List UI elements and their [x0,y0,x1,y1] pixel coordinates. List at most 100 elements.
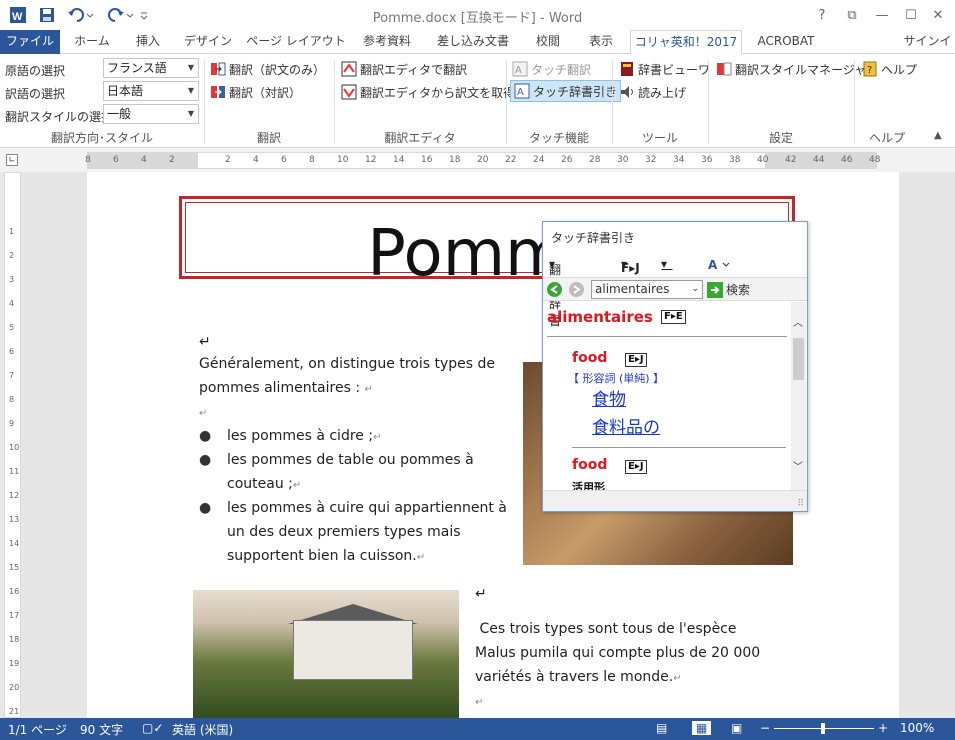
dictionary-icon [619,61,635,77]
tab-acrobat[interactable]: ACROBAT [746,30,826,54]
paragraph-species[interactable]: Ces trois types sont tous de l'espèce Ma… [475,617,775,715]
list-item[interactable]: les pommes à cidre ;↵ [227,424,517,450]
tab-file[interactable]: ファイル [0,30,60,54]
translate-only-label: 翻訳（訳文のみ） [229,62,326,77]
resize-grip-icon[interactable]: ⠿ [797,499,804,509]
tab-page-layout[interactable]: ページ レイアウト [244,30,348,54]
speaker-icon [619,84,635,100]
ruler-tick: 15 [9,563,20,572]
source-lang-select[interactable]: フランス語 ▼ [103,58,199,78]
list-item[interactable]: les pommes de table ou pommes à couteau … [227,448,517,498]
popup-results: alimentaires F▸E food E▸J 【 形容詞 (単純) 】 食… [543,302,791,490]
entry-word[interactable]: food [572,457,607,473]
read-mode-icon[interactable]: ▤ [656,721,667,735]
tab-mailings[interactable]: 差し込み文書 [426,30,520,54]
signin-link[interactable]: サインイン [900,30,955,70]
ribbon-display-button[interactable]: ⧉ [840,4,864,26]
ruler-tick: 2 [169,155,175,165]
tab-korya-eiwa[interactable]: コリャ英和！2017 [630,30,742,55]
svg-text:A: A [517,87,524,98]
direction-select-button[interactable]: F▸J ▾ [621,257,640,275]
translate-only-button[interactable]: 翻訳（訳文のみ） [210,58,325,80]
help-ribbon-button[interactable]: ? ヘルプ [862,58,917,80]
tab-design[interactable]: デザイン [176,30,240,54]
tab-insert[interactable]: 挿入 [124,30,172,54]
svg-text:A: A [515,65,522,76]
list-item[interactable]: les pommes à cuire qui appartiennent à u… [227,496,517,570]
touch-dict-popup[interactable]: タッチ辞書引き 翻訳辞書 ▾ F▸J ▾ 一般 ▾ A alimentaires… [542,221,808,512]
dict-select-button[interactable]: 翻訳辞書 ▾ [549,257,561,328]
word-count[interactable]: 90 文字 [80,721,123,738]
scroll-up-icon[interactable]: ︿ [793,314,803,329]
language-indicator[interactable]: 英語 (米国) [172,721,233,738]
maximize-button[interactable]: ☐ [899,4,923,26]
minimize-button[interactable]: — [870,4,894,26]
popup-scrollbar[interactable]: ︿ ﹀ [791,302,806,490]
zoom-out-button[interactable]: − [760,721,770,735]
ruler-tick: 4 [253,155,259,165]
forward-arrow-icon[interactable] [569,282,584,297]
empty-paragraph-mark: ↵ [475,586,487,602]
horizontal-ruler[interactable]: 8 6 4 2 2 4 6 8 10 12 14 16 18 20 22 24 26 28 30 32 34 36 38 40… [85,152,880,169]
house-image[interactable] [193,590,459,718]
ruler-tick: 4 [141,155,147,165]
tab-review[interactable]: 校閲 [524,30,572,54]
ruler-tick: 11 [9,467,20,476]
close-button[interactable]: ✕ [926,4,950,26]
tab-references[interactable]: 参考資料 [352,30,422,54]
read-aloud-label: 読み上げ [638,85,687,100]
vertical-ruler[interactable]: 12345678910111213141516171819202122 [4,172,21,740]
read-aloud-button[interactable]: 読み上げ [619,81,686,103]
ruler-tick: 12 [9,491,20,500]
editor-translate-button[interactable]: 翻訳エディタで翻訳 [341,58,467,80]
touch-dict-button[interactable]: A タッチ辞書引き [510,80,622,102]
popup-search-button[interactable]: 検索 [707,281,750,298]
popup-scroll-thumb[interactable] [793,338,804,380]
zoom-level[interactable]: 100% [900,721,934,735]
ruler-tick: 12 [365,155,377,165]
back-arrow-icon[interactable] [547,282,562,297]
ruler-tick: 46 [841,155,853,165]
entry-word[interactable]: food [572,350,607,366]
group-label-touch: タッチ機能 [528,131,589,145]
scroll-down-icon[interactable]: ﹀ [793,458,803,473]
group-label-direction: 翻訳方向･スタイル [50,131,153,145]
group-label-help: ヘルプ [868,131,905,145]
ruler-tick: 1 [9,227,15,236]
web-layout-icon[interactable]: ▣ [731,721,742,735]
document-area[interactable]: Pomme ↵ Généralement, on distingue trois… [22,172,955,718]
meaning-link[interactable]: 食物 [592,385,626,410]
ribbon: 原語の選択 フランス語 ▼ 訳語の選択 日本語 ▼ 翻訳スタイルの選択 一般 ▼ 翻訳… [0,54,955,148]
editor-get-button[interactable]: 翻訳エディタから訳文を取得 [341,81,515,103]
style-select[interactable]: 一般 ▼ [103,104,199,124]
target-lang-select[interactable]: 日本語 ▼ [103,81,199,101]
touch-translate-button[interactable]: A タッチ翻訳 [512,58,591,80]
ruler-tick: 34 [673,155,685,165]
collapse-ribbon-icon[interactable]: ▲ [934,130,942,141]
print-layout-icon[interactable]: ▦ [692,721,712,735]
tab-home[interactable]: ホーム [64,30,120,54]
font-size-icon[interactable]: A [708,257,730,274]
popup-search-input[interactable]: alimentaires ⌄ [591,280,703,299]
tab-selector-icon[interactable]: ∟ [6,154,18,166]
style-manager-button[interactable]: 翻訳スタイルマネージャ [716,58,866,80]
meaning-link[interactable]: 食料品の [592,413,660,438]
svg-text:A: A [708,258,718,271]
translate-pair-button[interactable]: 翻訳（対訳） [210,81,301,103]
field-select-button[interactable]: 一般 ▾ [661,257,673,294]
ruler-tick: 14 [9,539,20,548]
page-count[interactable]: 1/1 ページ [8,721,67,738]
tab-view[interactable]: 表示 [576,30,626,54]
ruler-tick: 8 [85,155,91,165]
entry-tag: E▸J [625,353,647,367]
proofing-icon[interactable]: ▢✓ [142,721,163,735]
dict-viewer-button[interactable]: 辞書ビューワ [619,58,710,80]
zoom-in-button[interactable]: + [878,721,888,735]
source-lang-value: フランス語 [107,61,167,75]
style-label: 翻訳スタイルの選択 [5,110,114,124]
zoom-slider-thumb[interactable] [821,723,825,734]
title-bar: W Pomme.docx [互換モード] - Word ? ⧉ — ☐ ✕ [0,0,955,30]
paragraph-intro[interactable]: Généralement, on distingue trois types d… [199,352,499,426]
style-manager-icon [716,61,732,77]
help-button[interactable]: ? [810,4,834,26]
